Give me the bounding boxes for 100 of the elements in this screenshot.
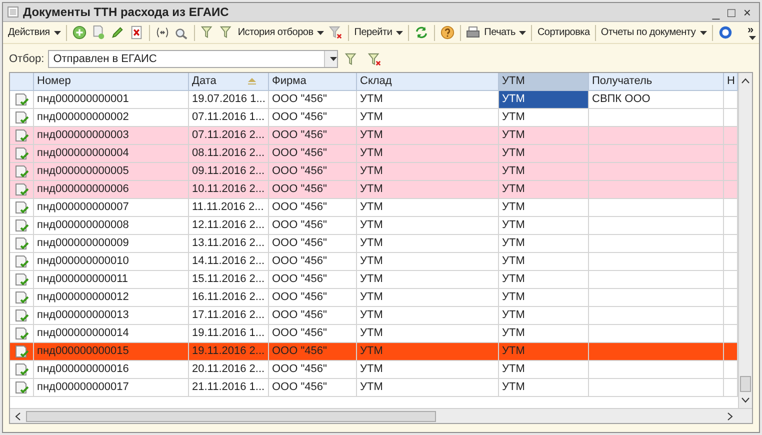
table-cell: УТМ xyxy=(499,217,589,234)
table-cell: УТМ xyxy=(499,181,589,198)
actions-menu[interactable]: Действия xyxy=(6,22,63,42)
column-header[interactable]: Получатель xyxy=(589,73,724,90)
clear-filter-icon[interactable] xyxy=(328,25,344,40)
table-row[interactable]: пнд000000000015 19.11.2016 2... ООО "456" УТМ УТМ xyxy=(10,343,738,361)
column-header[interactable]: Номер xyxy=(34,73,189,90)
table-cell: 15.11.2016 2... xyxy=(189,271,269,288)
table-cell: пнд000000000009 xyxy=(34,235,189,252)
table-row[interactable]: пнд000000000010 14.11.2016 2... ООО "456" УТМ УТМ xyxy=(10,253,738,271)
document-icon xyxy=(7,6,19,18)
clear-filter-icon[interactable] xyxy=(367,52,382,66)
table-cell: 13.11.2016 2... xyxy=(189,235,269,252)
table-cell: 21.11.2016 1... xyxy=(189,379,269,396)
table-cell: УТМ xyxy=(357,325,499,342)
table-cell: пнд000000000013 xyxy=(34,307,189,324)
column-header[interactable]: Фирма xyxy=(269,73,357,90)
user-icon[interactable] xyxy=(718,25,733,40)
table-row[interactable]: пнд000000000003 07.11.2016 2... ООО "456" УТМ УТМ xyxy=(10,127,738,145)
overflow-button[interactable]: » xyxy=(745,25,756,40)
filter-settings-icon[interactable] xyxy=(200,25,215,40)
table-row[interactable]: пнд000000000017 21.11.2016 1... ООО "456" УТМ УТМ xyxy=(10,379,738,397)
table-cell: ООО "456" xyxy=(269,289,357,306)
sort-button[interactable]: Сортировка xyxy=(535,22,592,42)
table-cell: УТМ xyxy=(499,379,589,396)
table-cell: СВПК ООО xyxy=(589,91,724,108)
table-cell: УТМ xyxy=(357,235,499,252)
dropdown-button[interactable] xyxy=(324,51,338,67)
printer-icon xyxy=(466,26,480,39)
table-cell: ООО "456" xyxy=(269,343,357,360)
table-cell: 14.11.2016 2... xyxy=(189,253,269,270)
table-row[interactable]: пнд000000000004 08.11.2016 2... ООО "456" УТМ УТМ xyxy=(10,145,738,163)
table-cell: пнд000000000007 xyxy=(34,199,189,216)
table-cell: ООО "456" xyxy=(269,217,357,234)
table-row[interactable]: пнд000000000002 07.11.2016 1... ООО "456" УТМ УТМ xyxy=(10,109,738,127)
add-icon[interactable] xyxy=(72,25,87,40)
table-cell: пнд000000000014 xyxy=(34,325,189,342)
goto-menu[interactable]: Перейти xyxy=(352,22,406,42)
vertical-scrollbar[interactable] xyxy=(738,73,752,408)
table-cell: 08.11.2016 2... xyxy=(189,145,269,162)
column-header[interactable]: Дата xyxy=(189,73,269,90)
copy-icon[interactable] xyxy=(90,25,106,40)
table-row[interactable]: пнд000000000014 19.11.2016 1... ООО "456" УТМ УТМ xyxy=(10,325,738,343)
scrollbar-thumb[interactable] xyxy=(740,376,751,392)
minimize-button[interactable]: _ xyxy=(712,6,720,18)
table-row[interactable]: пнд000000000008 12.11.2016 2... ООО "456" УТМ УТМ xyxy=(10,217,738,235)
document-check-icon xyxy=(14,92,30,106)
document-check-icon xyxy=(14,362,30,376)
table-cell: УТМ xyxy=(357,199,499,216)
table-cell: 09.11.2016 2... xyxy=(189,163,269,180)
delete-icon[interactable] xyxy=(128,25,144,40)
column-header[interactable]: УТМ xyxy=(499,73,589,90)
document-check-icon xyxy=(14,236,30,250)
pencil-icon[interactable] xyxy=(110,25,125,40)
table-cell: УТМ xyxy=(499,199,589,216)
reports-menu[interactable]: Отчеты по документу xyxy=(598,22,709,42)
table-row[interactable]: пнд000000000016 20.11.2016 2... ООО "456" УТМ УТМ xyxy=(10,361,738,379)
table-cell: 19.07.2016 1... xyxy=(189,91,269,108)
filter-field[interactable]: Отправлен в ЕГАИС xyxy=(48,50,338,68)
document-check-icon xyxy=(14,254,30,268)
table-row[interactable]: пнд000000000012 16.11.2016 2... ООО "456" УТМ УТМ xyxy=(10,289,738,307)
sort-ascending-icon xyxy=(247,78,257,85)
table-row[interactable]: пнд000000000013 17.11.2016 2... ООО "456" УТМ УТМ xyxy=(10,307,738,325)
table-cell: ООО "456" xyxy=(269,181,357,198)
help-icon[interactable] xyxy=(440,25,456,40)
refresh-icon[interactable] xyxy=(414,25,430,40)
document-check-icon xyxy=(14,272,30,286)
table-row[interactable]: пнд000000000001 19.07.2016 1... ООО "456" УТМ УТМ СВПК ООО xyxy=(10,91,738,109)
table-row[interactable]: пнд000000000006 10.11.2016 2... ООО "456" УТМ УТМ xyxy=(10,181,738,199)
table-cell: УТМ xyxy=(357,181,499,198)
table-cell: ООО "456" xyxy=(269,91,357,108)
table-cell: УТМ xyxy=(499,145,589,162)
document-check-icon xyxy=(14,380,30,394)
table-cell: 19.11.2016 2... xyxy=(189,343,269,360)
close-button[interactable]: × xyxy=(743,6,751,18)
table-cell: пнд000000000004 xyxy=(34,145,189,162)
link-icon[interactable] xyxy=(154,25,170,40)
print-menu[interactable]: Печать xyxy=(464,22,528,42)
filter-icon[interactable] xyxy=(218,25,234,40)
table-cell: УТМ xyxy=(499,127,589,144)
horizontal-scrollbar[interactable] xyxy=(10,408,752,423)
table-row[interactable]: пнд000000000009 13.11.2016 2... ООО "456" УТМ УТМ xyxy=(10,235,738,253)
table-row[interactable]: пнд000000000011 15.11.2016 2... ООО "456" УТМ УТМ xyxy=(10,271,738,289)
table-cell: УТМ xyxy=(357,109,499,126)
maximize-button[interactable]: □ xyxy=(728,6,736,18)
scrollbar-thumb[interactable] xyxy=(26,410,436,422)
table-cell: УТМ xyxy=(357,127,499,144)
table-cell: ООО "456" xyxy=(269,199,357,216)
table-cell: пнд000000000015 xyxy=(34,343,189,360)
table-cell: УТМ xyxy=(499,343,589,360)
table-row[interactable]: пнд000000000007 11.11.2016 2... ООО "456" УТМ УТМ xyxy=(10,199,738,217)
table-cell: УТМ xyxy=(499,253,589,270)
table-row[interactable]: пнд000000000005 09.11.2016 2... ООО "456" УТМ УТМ xyxy=(10,163,738,181)
document-check-icon xyxy=(14,164,30,178)
table-cell: УТМ xyxy=(357,343,499,360)
history-menu[interactable]: История отборов xyxy=(236,22,326,42)
table-cell: пнд000000000010 xyxy=(34,253,189,270)
table-cell: пнд000000000011 xyxy=(34,271,189,288)
table-cell: ООО "456" xyxy=(269,379,357,396)
table-cell: ООО "456" xyxy=(269,145,357,162)
